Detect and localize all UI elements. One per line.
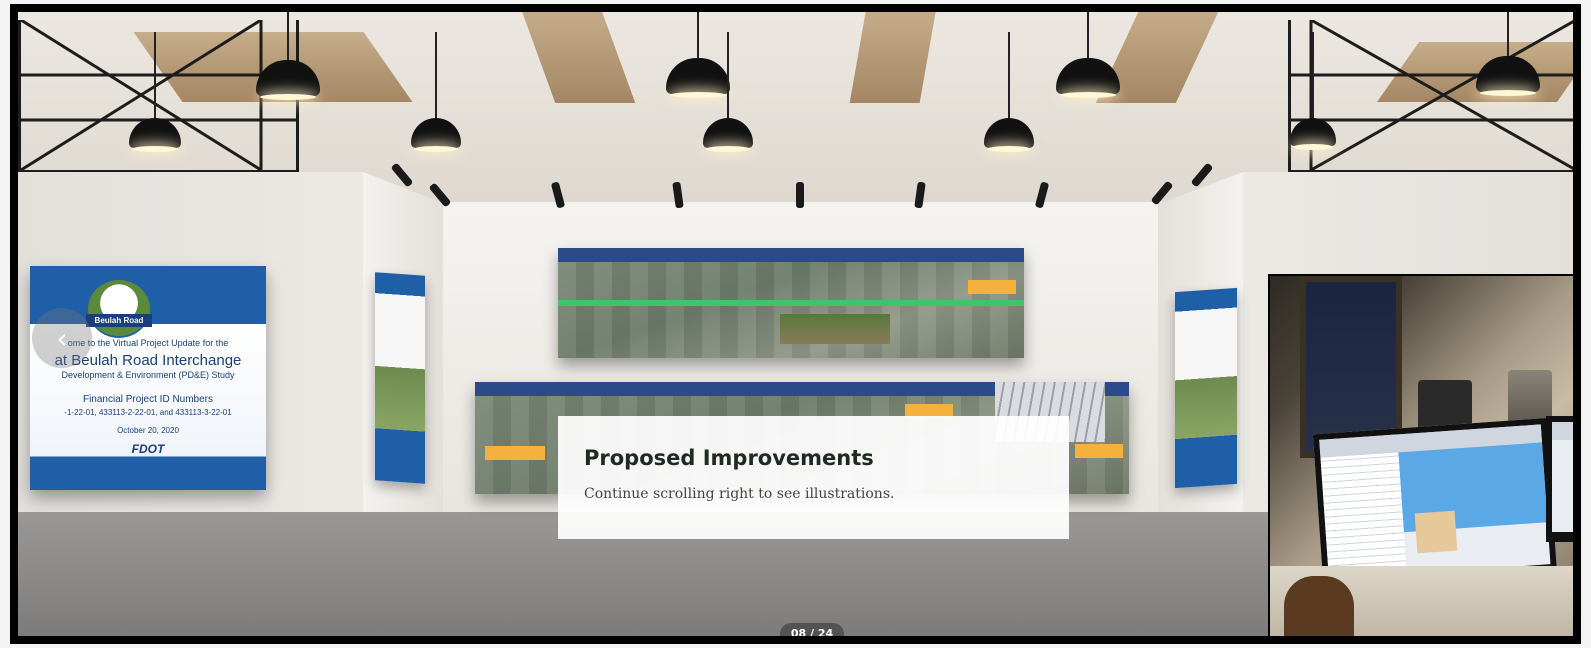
slide-id-numbers: -1-22-01, 433113-2-22-01, and 433113-3-2…	[64, 408, 232, 417]
logo-label: Beulah Road	[86, 314, 152, 327]
truss-right	[1288, 20, 1573, 173]
slide-counter: 08 / 24	[780, 623, 844, 636]
photo-monitor	[1546, 416, 1573, 542]
tour-viewer: Beulah Road ome to the Virtual Project U…	[10, 4, 1581, 644]
aerial-map-poster-top	[558, 248, 1024, 358]
spotlight-icon	[796, 182, 804, 208]
fdot-logo: FDOT	[131, 442, 165, 456]
virtual-gallery-scene: Beulah Road ome to the Virtual Project U…	[18, 12, 1573, 636]
slide-date: October 20, 2020	[117, 426, 179, 435]
photo-building	[1414, 510, 1458, 554]
chevron-left-icon: ‹	[56, 321, 68, 355]
beulah-road-logo	[88, 280, 150, 338]
map-road	[558, 300, 1024, 306]
title-slide-poster: Beulah Road ome to the Virtual Project U…	[30, 266, 266, 490]
caption-body: Continue scrolling right to see illustra…	[584, 486, 895, 502]
caption-card: Proposed Improvements Continue scrolling…	[558, 416, 1069, 539]
side-poster-right	[1175, 287, 1237, 489]
slide-subtitle: Development & Environment (PD&E) Study	[61, 370, 235, 380]
side-poster-left	[375, 272, 425, 484]
caption-title: Proposed Improvements	[584, 446, 874, 470]
photo-person	[1284, 576, 1354, 636]
photo-monitor	[1312, 418, 1558, 590]
slide-id-heading: Financial Project ID Numbers	[82, 394, 214, 405]
workshop-photo	[1268, 274, 1573, 636]
map-callout	[968, 280, 1016, 294]
previous-slide-button[interactable]: ‹	[32, 308, 92, 368]
map-callout	[485, 446, 545, 460]
map-callout	[1075, 444, 1123, 458]
road-cross-section-graphic	[780, 314, 890, 344]
